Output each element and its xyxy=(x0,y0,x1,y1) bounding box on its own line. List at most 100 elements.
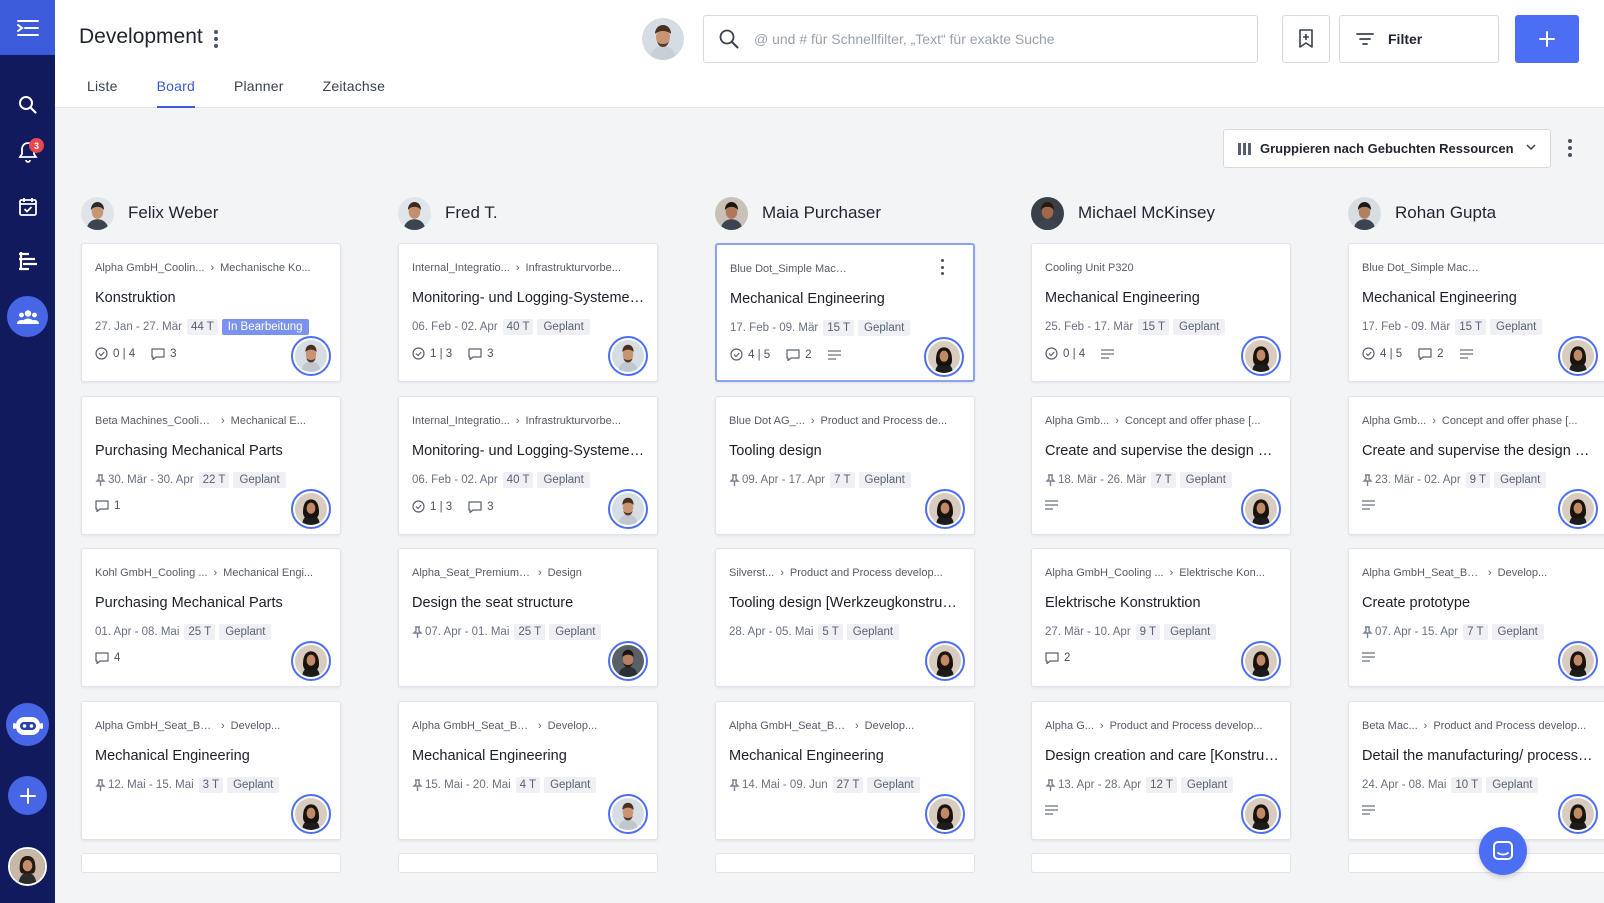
saved-views-button[interactable] xyxy=(1282,15,1330,63)
project-name: Alpha GmbH_Cooling ... xyxy=(1045,567,1164,579)
assignee-avatar[interactable] xyxy=(291,489,331,529)
tab-board[interactable]: Board xyxy=(156,78,195,108)
resources-nav-button[interactable] xyxy=(7,296,48,337)
task-card-partial[interactable] xyxy=(715,853,975,873)
tasks-nav-button[interactable] xyxy=(7,186,48,227)
task-card[interactable]: Kohl GmbH_Cooling ... › Mechanical Engi...… xyxy=(81,548,341,687)
comment-count: 2 xyxy=(1418,348,1444,360)
task-card[interactable]: Alpha GmbH_Cooling ... › Elektrische Kon..… xyxy=(1031,548,1291,687)
resource-avatar[interactable] xyxy=(715,196,748,230)
task-card-partial[interactable] xyxy=(398,853,658,873)
task-breadcrumb: Alpha GmbH_Seat_Business_... › Develop... xyxy=(412,720,644,732)
assignee-avatar[interactable] xyxy=(1558,489,1598,529)
task-card[interactable]: Alpha_Seat_Premium_Z300 › Design Design the… xyxy=(398,548,658,687)
assignee-avatar[interactable] xyxy=(1241,489,1281,529)
checklist-icon xyxy=(1045,347,1058,360)
assistant-bot-button[interactable] xyxy=(6,703,49,746)
resource-avatar[interactable] xyxy=(81,196,114,230)
task-stats xyxy=(1362,500,1396,510)
assignee-avatar[interactable] xyxy=(924,337,964,377)
task-card-partial[interactable] xyxy=(1031,853,1291,873)
phase-name: Develop... xyxy=(547,720,598,732)
comment-value: 3 xyxy=(487,347,494,360)
planning-nav-button[interactable] xyxy=(7,240,48,281)
task-card[interactable]: Beta Mac... › Product and Process develop.… xyxy=(1348,701,1604,840)
task-card[interactable]: Alpha Gmb... › Concept and offer phase [..… xyxy=(1348,396,1604,535)
phase-name: Design xyxy=(547,567,582,579)
task-card[interactable]: Alpha GmbH_Coolin... › Mechanische Ko... Ko… xyxy=(81,243,341,382)
assignee-avatar[interactable] xyxy=(608,641,648,681)
task-card[interactable]: Silverst... › Product and Process develop.… xyxy=(715,548,975,687)
project-name: Alpha GmbH_Seat_Business_... xyxy=(1362,567,1482,579)
task-title: Mechanical Engineering xyxy=(95,748,250,764)
task-title: Purchasing Mechanical Parts xyxy=(95,595,283,611)
tab-zeitachse[interactable]: Zeitachse xyxy=(323,78,386,108)
task-card[interactable]: Alpha Gmb... › Concept and offer phase [..… xyxy=(1031,396,1291,535)
has-description xyxy=(1362,652,1380,662)
status-badge: Geplant xyxy=(1173,319,1226,335)
project-menu-button[interactable] xyxy=(211,28,221,50)
task-meta: 01. Apr - 08. Mai 25 T Geplant xyxy=(95,624,272,640)
notifications-button[interactable]: 3 xyxy=(7,131,48,172)
card-menu-button[interactable] xyxy=(939,259,945,275)
comment-count: 3 xyxy=(151,348,177,360)
task-card-partial[interactable] xyxy=(81,853,341,873)
resource-avatar[interactable] xyxy=(398,196,431,230)
task-title: Create prototype xyxy=(1362,595,1471,611)
chat-support-button[interactable] xyxy=(1479,827,1527,875)
assignee-avatar[interactable] xyxy=(1241,794,1281,834)
assignee-avatar[interactable] xyxy=(1241,336,1281,376)
project-name: Alpha Gmb... xyxy=(1362,415,1427,427)
task-card[interactable]: Alpha GmbH_Seat_Business_... › Develop... C… xyxy=(1348,548,1604,687)
assignee-avatar[interactable] xyxy=(291,641,331,681)
task-card-partial[interactable] xyxy=(1348,853,1604,873)
assignee-avatar[interactable] xyxy=(608,336,648,376)
task-dates: 07. Apr - 15. Apr xyxy=(1375,626,1459,638)
task-title: Monitoring- und Logging-Systeme einricht… xyxy=(412,290,646,306)
task-card[interactable]: Beta Machines_Cooling ... › Mechanical E..… xyxy=(81,396,341,535)
task-duration: 15 T xyxy=(823,320,855,336)
tab-liste[interactable]: Liste xyxy=(87,78,118,108)
task-card[interactable]: Blue Dot_Simple Machine_400 Mechanical En… xyxy=(1348,243,1604,382)
task-card[interactable]: Blue Dot AG_... › Product and Process de..… xyxy=(715,396,975,535)
pin-icon xyxy=(412,779,423,791)
assignee-avatar[interactable] xyxy=(291,794,331,834)
resource-avatar[interactable] xyxy=(1348,196,1381,230)
resource-avatar[interactable] xyxy=(1031,196,1064,230)
assignee-avatar[interactable] xyxy=(291,336,331,376)
task-card[interactable]: Cooling Unit P320 Mechanical Engineering 2… xyxy=(1031,243,1291,382)
task-card[interactable]: Blue Dot_Simple Machine_400 Mechanical En… xyxy=(715,243,975,382)
tab-planner[interactable]: Planner xyxy=(234,78,284,108)
assignee-avatar[interactable] xyxy=(1558,794,1598,834)
status-badge: Geplant xyxy=(537,319,590,335)
project-owner-avatar[interactable] xyxy=(642,18,684,60)
add-task-button[interactable] xyxy=(1515,15,1579,63)
menu-toggle-button[interactable] xyxy=(0,0,55,55)
assignee-avatar[interactable] xyxy=(1558,336,1598,376)
task-card[interactable]: Alpha GmbH_Seat_Business_... › Develop... M… xyxy=(81,701,341,840)
assignee-avatar[interactable] xyxy=(925,794,965,834)
assignee-avatar[interactable] xyxy=(608,794,648,834)
project-name: Blue Dot_Simple Machine_400 xyxy=(730,263,850,275)
assignee-avatar[interactable] xyxy=(608,489,648,529)
filter-button[interactable]: Filter xyxy=(1339,15,1499,63)
task-card[interactable]: Alpha GmbH_Seat_Business_... › Develop... M… xyxy=(715,701,975,840)
assignee-avatar[interactable] xyxy=(925,641,965,681)
search-input[interactable] xyxy=(754,16,1244,62)
task-card[interactable]: Internal_Integratio... › Infrastrukturvorb… xyxy=(398,396,658,535)
task-card[interactable]: Alpha GmbH_Seat_Business_... › Develop... M… xyxy=(398,701,658,840)
task-card[interactable]: Internal_Integratio... › Infrastrukturvorb… xyxy=(398,243,658,382)
assignee-avatar[interactable] xyxy=(1558,641,1598,681)
search-nav-button[interactable] xyxy=(7,84,48,125)
column-header: Felix Weber xyxy=(81,196,381,230)
column-header: Michael McKinsey xyxy=(1031,196,1331,230)
task-dates: 06. Feb - 02. Apr xyxy=(412,474,498,486)
assignee-avatar[interactable] xyxy=(925,489,965,529)
breadcrumb-separator-icon: › xyxy=(855,720,859,732)
assignee-avatar[interactable] xyxy=(1241,641,1281,681)
checklist-count: 4 | 5 xyxy=(1362,347,1402,360)
create-new-button[interactable] xyxy=(8,776,47,815)
plus-icon xyxy=(1539,31,1555,47)
user-avatar[interactable] xyxy=(8,847,47,886)
task-card[interactable]: Alpha G... › Product and Process develop..… xyxy=(1031,701,1291,840)
